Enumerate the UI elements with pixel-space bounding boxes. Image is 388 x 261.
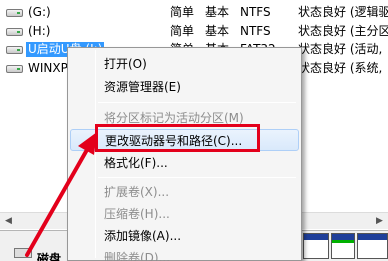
- volume-name: WINXP: [28, 61, 68, 75]
- menu-separator: [98, 102, 296, 103]
- menu-item-label: 打开(O): [104, 57, 147, 71]
- usb-drive-icon: [6, 46, 23, 54]
- volume-name: (H:): [28, 24, 51, 38]
- volume-layout: 简单: [170, 5, 195, 19]
- menu-item-label: 扩展卷(X)...: [104, 185, 170, 199]
- partition-bar[interactable]: [331, 233, 355, 259]
- volume-type: 基本: [205, 5, 230, 19]
- menu-separator: [98, 177, 296, 178]
- volume-status: 状态良好 (主分区: [298, 24, 388, 38]
- volume-filesystem: NTFS: [240, 5, 271, 19]
- menu-item-delete-volume[interactable]: 删除卷(D)...: [70, 247, 299, 261]
- menu-item-extend-volume[interactable]: 扩展卷(X)...: [70, 181, 299, 203]
- drive-icon: [6, 65, 23, 73]
- volume-layout: 简单: [170, 24, 195, 38]
- menu-item-shrink-volume[interactable]: 压缩卷(H)...: [70, 203, 299, 225]
- disk-icon: [14, 248, 32, 258]
- partition-bar[interactable]: [303, 233, 329, 259]
- volume-row-g[interactable]: (G:) 简单 基本 NTFS 状态良好 (逻辑驱: [0, 3, 388, 22]
- annotation-highlight-box: [95, 124, 260, 152]
- menu-item-label: 删除卷(D)...: [104, 251, 171, 261]
- menu-item-open[interactable]: 打开(O): [70, 53, 299, 75]
- menu-item-format[interactable]: 格式化(F)...: [70, 152, 299, 174]
- volume-status: 状态良好 (系统,: [298, 61, 383, 75]
- volume-filesystem: NTFS: [240, 24, 271, 38]
- menu-item-label: 添加镜像(A)...: [104, 229, 182, 243]
- volume-type: 基本: [205, 24, 230, 38]
- scroll-left-icon[interactable]: ◀: [2, 215, 15, 228]
- menu-item-explorer[interactable]: 资源管理器(E): [70, 76, 299, 98]
- menu-item-label: 压缩卷(H)...: [104, 207, 170, 221]
- partition-bar[interactable]: [357, 233, 388, 259]
- volume-status: 状态良好 (活动,: [298, 42, 383, 56]
- volume-row-h[interactable]: (H:) 简单 基本 NTFS 状态良好 (主分区: [0, 22, 388, 41]
- drive-icon: [6, 9, 23, 17]
- disk-label: 磁盘: [37, 252, 62, 261]
- drive-icon: [6, 28, 23, 36]
- menu-item-label: 格式化(F)...: [104, 156, 168, 170]
- volume-status: 状态良好 (逻辑驱: [298, 5, 388, 19]
- menu-item-add-mirror[interactable]: 添加镜像(A)...: [70, 225, 299, 247]
- menu-item-label: 资源管理器(E): [104, 80, 181, 94]
- context-menu: 打开(O) 资源管理器(E) 将分区标记为活动分区(M) 更改驱动器号和路径(C…: [67, 47, 302, 261]
- volume-name: (G:): [28, 5, 51, 19]
- scroll-right-icon[interactable]: ▶: [373, 215, 386, 228]
